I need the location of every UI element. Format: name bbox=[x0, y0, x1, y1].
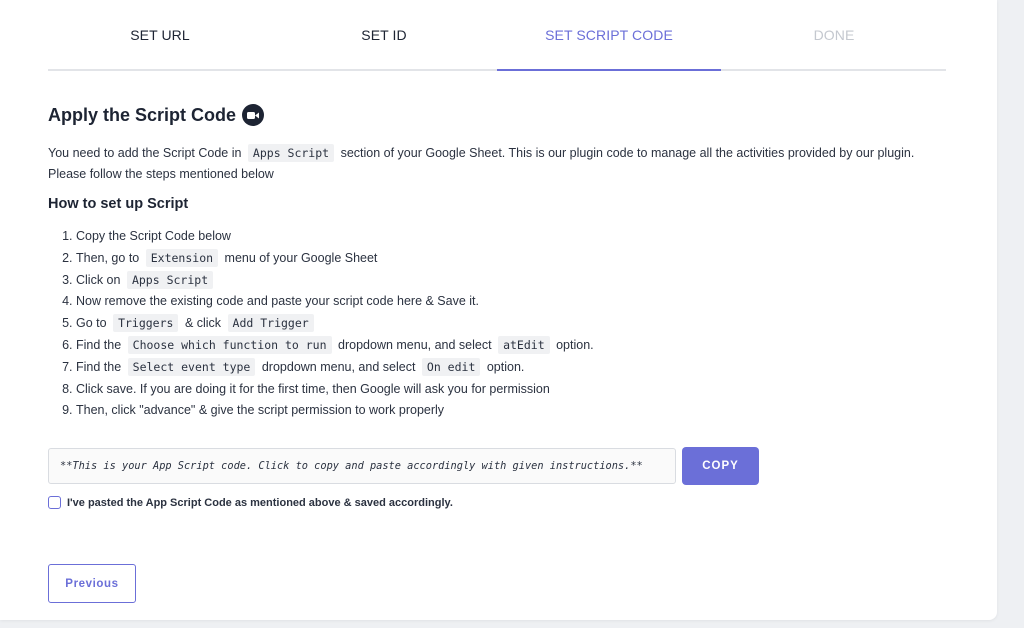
step-text: Now remove the existing code and paste y… bbox=[76, 294, 479, 309]
howto-title: How to set up Script bbox=[48, 196, 189, 212]
step-code: On edit bbox=[421, 357, 481, 376]
howto-step: Click on Apps Script bbox=[76, 270, 594, 292]
previous-button[interactable]: Previous bbox=[48, 564, 136, 603]
step-code: Triggers bbox=[113, 314, 179, 333]
howto-step: Click save. If you are doing it for the … bbox=[76, 379, 594, 401]
howto-step: Copy the Script Code below bbox=[76, 226, 594, 248]
step-text: Go to bbox=[76, 316, 107, 331]
confirm-label: I've pasted the App Script Code as menti… bbox=[67, 496, 453, 509]
step-code: Extension bbox=[145, 248, 219, 267]
step-text: Find the bbox=[76, 337, 122, 352]
section-title: Apply the Script Code bbox=[48, 104, 265, 126]
tab-set-id[interactable]: SET ID bbox=[272, 0, 496, 69]
howto-step: Go to Triggers & click Add Trigger bbox=[76, 313, 594, 335]
step-code: Select event type bbox=[127, 357, 256, 376]
step-text: & click bbox=[184, 316, 222, 331]
howto-step: Find the Select event type dropdown menu… bbox=[76, 357, 594, 379]
step-text: option. bbox=[556, 337, 594, 352]
section-title-text: Apply the Script Code bbox=[48, 104, 237, 125]
setup-card: SET URL SET ID SET SCRIPT CODE DONE Appl… bbox=[0, 0, 997, 620]
tab-done: DONE bbox=[813, 26, 855, 43]
confirm-pasted-row[interactable]: I've pasted the App Script Code as menti… bbox=[48, 496, 453, 509]
step-text: option. bbox=[486, 359, 525, 374]
step-text: dropdown menu, and select bbox=[261, 359, 416, 374]
howto-steps-list: Copy the Script Code below Then, go to E… bbox=[48, 226, 594, 422]
step-text: Click on bbox=[76, 272, 121, 287]
step-text: Then, click "advance" & give the script … bbox=[76, 403, 445, 418]
copy-button[interactable]: COPY bbox=[682, 447, 759, 485]
step-text: Find the bbox=[76, 359, 122, 374]
video-camera-icon[interactable] bbox=[242, 104, 265, 126]
howto-step: Then, click "advance" & give the script … bbox=[76, 400, 594, 422]
tab-set-url[interactable]: SET URL bbox=[48, 0, 272, 69]
step-code: Apps Script bbox=[126, 270, 214, 289]
howto-step: Then, go to Extension menu of your Googl… bbox=[76, 248, 594, 270]
step-text: dropdown menu, and select bbox=[338, 337, 492, 352]
step-code: Add Trigger bbox=[227, 314, 314, 333]
step-text: Click save. If you are doing it for the … bbox=[76, 381, 550, 396]
confirm-checkbox[interactable] bbox=[48, 496, 61, 509]
step-text: Copy the Script Code below bbox=[76, 229, 231, 243]
script-code-box[interactable]: **This is your App Script code. Click to… bbox=[48, 448, 676, 484]
stepper-tabs: SET URL SET ID SET SCRIPT CODE DONE bbox=[48, 0, 946, 71]
intro-text-before: You need to add the Script Code in bbox=[48, 146, 242, 160]
tab-set-script-code[interactable]: SET SCRIPT CODE bbox=[497, 0, 721, 71]
step-text: Then, go to bbox=[76, 250, 140, 265]
intro-text: You need to add the Script Code in Apps … bbox=[48, 143, 928, 185]
step-code: atEdit bbox=[498, 335, 550, 354]
howto-step: Find the Choose which function to run dr… bbox=[76, 335, 594, 357]
intro-code-apps-script: Apps Script bbox=[247, 144, 335, 162]
howto-step: Now remove the existing code and paste y… bbox=[76, 291, 594, 313]
step-text: menu of your Google Sheet bbox=[224, 250, 378, 265]
step-code: Choose which function to run bbox=[127, 335, 332, 354]
